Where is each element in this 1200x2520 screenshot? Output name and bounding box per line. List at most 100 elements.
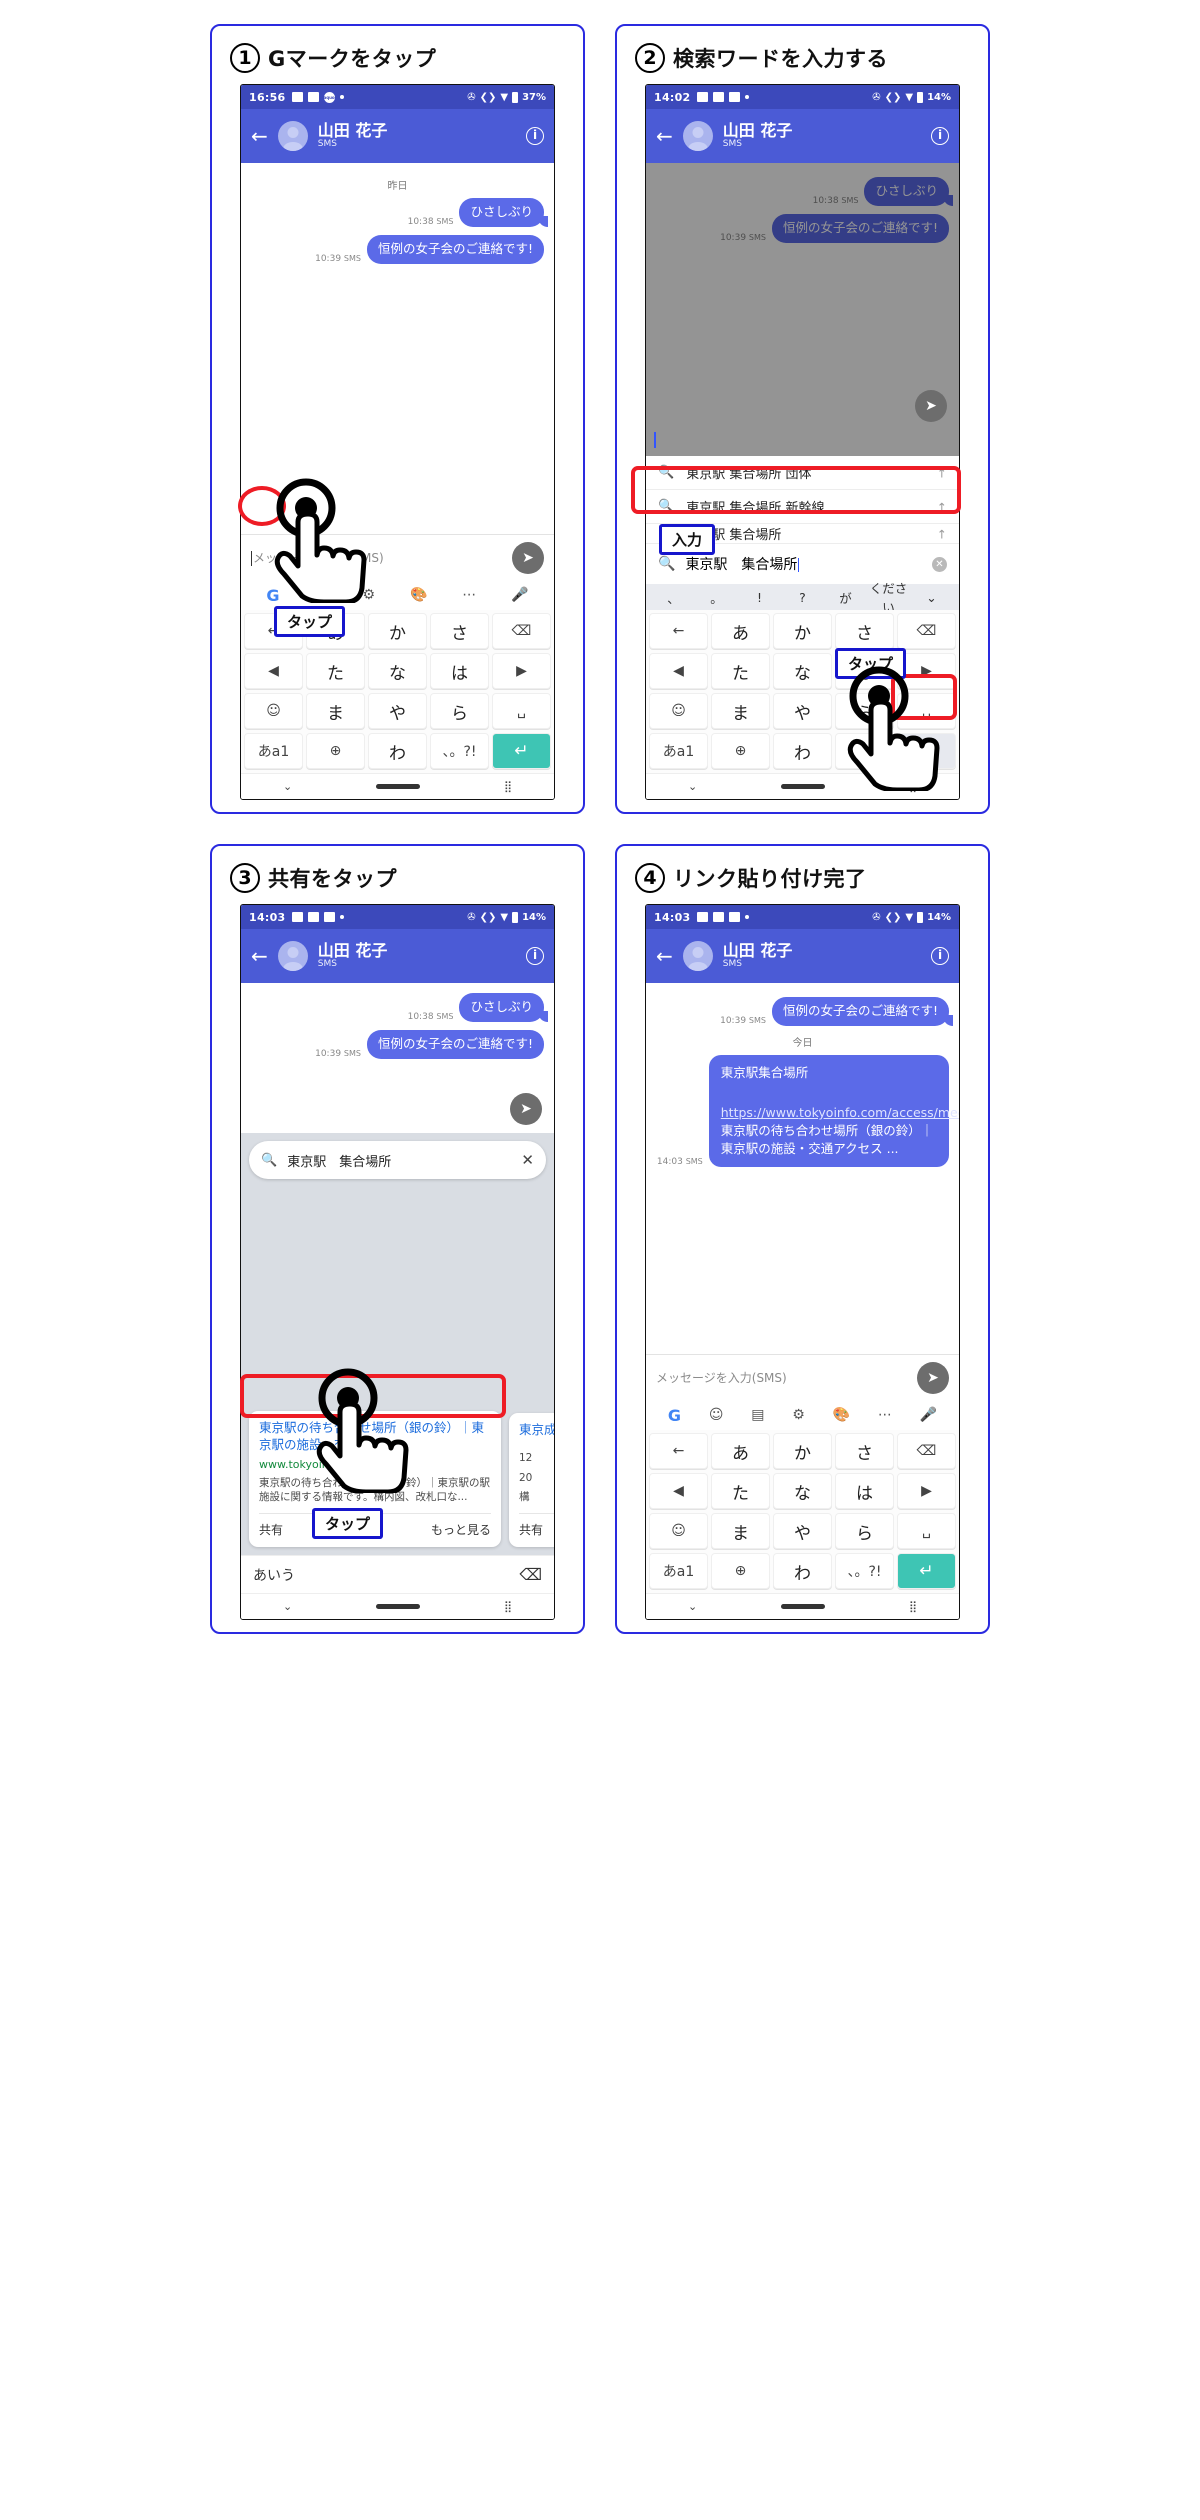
palette-icon[interactable]: 🎨 — [833, 1407, 850, 1423]
key-enter[interactable]: ↵ — [492, 733, 551, 769]
key-space[interactable]: ␣ — [897, 1513, 956, 1549]
pred-expand-icon[interactable]: ⌄ — [910, 590, 953, 605]
result-title[interactable]: 東京駅の待ち合わせ場所（銀の鈴）｜東京駅の施設・交通アクセ... — [259, 1420, 491, 1454]
key-ma[interactable]: ま — [711, 693, 770, 729]
key-na[interactable]: な — [773, 653, 832, 689]
message-input[interactable]: メッセージを入力(SMS) — [656, 1369, 909, 1386]
key-ta[interactable]: た — [711, 653, 770, 689]
info-icon[interactable]: i — [526, 947, 544, 965]
contact-info[interactable]: 山田 花子 SMS — [318, 942, 388, 969]
key-globe[interactable]: ⊕ — [711, 1553, 770, 1589]
nav-keyboard-icon[interactable]: ⣿ — [504, 780, 512, 793]
palette-icon[interactable]: 🎨 — [410, 587, 427, 603]
google-g-icon[interactable]: G — [266, 586, 279, 605]
key-ya[interactable]: や — [773, 693, 832, 729]
key-ta[interactable]: た — [306, 653, 365, 689]
insert-arrow-icon[interactable]: ↖ — [933, 464, 950, 481]
nav-down-icon[interactable]: ⌄ — [688, 780, 697, 793]
result-title-partial[interactable]: 東京成 — [519, 1422, 554, 1439]
info-icon[interactable]: i — [526, 127, 544, 145]
key-backspace[interactable]: ⌫ — [897, 1433, 956, 1469]
key-punct[interactable]: 、。?! — [430, 733, 489, 769]
backspace-icon[interactable]: ⌫ — [519, 1565, 542, 1584]
send-button[interactable]: ➤ — [917, 1361, 949, 1394]
sticker-icon[interactable]: ☺ — [709, 1407, 724, 1423]
nav-keyboard-icon[interactable]: ⣿ — [504, 1600, 512, 1613]
insert-arrow-icon[interactable]: ↖ — [933, 525, 950, 542]
key-mode[interactable]: あa1 — [649, 733, 708, 769]
nav-down-icon[interactable]: ⌄ — [688, 1600, 697, 1613]
key-ka[interactable]: か — [368, 613, 427, 649]
key-undo[interactable]: ← — [649, 1433, 708, 1469]
message-composer-1[interactable]: メッセージを入力(SMS) ➤ — [241, 534, 554, 580]
key-ya[interactable]: や — [773, 1513, 832, 1549]
key-left[interactable]: ◀ — [244, 653, 303, 689]
search-input[interactable]: 東京駅 集合場所 — [685, 554, 800, 574]
more-icon[interactable]: ⋯ — [878, 1407, 892, 1423]
key-backspace[interactable]: ⌫ — [492, 613, 551, 649]
google-search-field[interactable]: 🔍 東京駅 集合場所 ✕ — [249, 1141, 546, 1179]
more-icon[interactable]: ⋯ — [462, 587, 476, 603]
contact-info[interactable]: 山田 花子 SMS — [723, 942, 793, 969]
back-icon[interactable]: ← — [251, 126, 268, 146]
key-ha[interactable]: は — [835, 1473, 894, 1509]
key-space[interactable]: ␣ — [897, 693, 956, 729]
key-sa[interactable]: さ — [835, 1433, 894, 1469]
nav-home-pill[interactable] — [376, 784, 421, 789]
nav-keyboard-icon[interactable]: ⣿ — [909, 780, 917, 793]
suggestion-item[interactable]: 🔍 東京駅 集合場所 団体 ↖ — [646, 456, 959, 490]
key-sa[interactable]: さ — [430, 613, 489, 649]
nav-down-icon[interactable]: ⌄ — [283, 1600, 292, 1613]
sent-link-bubble[interactable]: 東京駅集合場所 https://www.tokyoinfo.com/access… — [708, 1054, 959, 1168]
key-na[interactable]: な — [368, 653, 427, 689]
info-icon[interactable]: i — [931, 947, 949, 965]
nav-home-pill[interactable] — [781, 784, 826, 789]
nav-home-pill[interactable] — [781, 1604, 826, 1609]
send-button[interactable]: ➤ — [510, 1093, 542, 1125]
key-backspace[interactable]: ⌫ — [897, 613, 956, 649]
nav-keyboard-icon[interactable]: ⣿ — [909, 1600, 917, 1613]
link-url[interactable]: https://www.tokyoinfo.com/access/meeting… — [721, 1104, 959, 1122]
close-icon[interactable]: ✕ — [521, 1151, 534, 1169]
contact-info[interactable]: 山田 花子 SMS — [723, 122, 793, 149]
mic-icon[interactable]: 🎤 — [920, 1407, 937, 1423]
key-undo[interactable]: ← — [649, 613, 708, 649]
key-right[interactable]: ▶ — [492, 653, 551, 689]
clipboard-icon[interactable]: ▤ — [751, 1407, 764, 1423]
key-mode[interactable]: あa1 — [649, 1553, 708, 1589]
key-na[interactable]: な — [773, 1473, 832, 1509]
contact-info[interactable]: 山田 花子 SMS — [318, 122, 388, 149]
mic-icon[interactable]: 🎤 — [511, 587, 528, 603]
key-emoji[interactable]: ☺ — [649, 693, 708, 729]
gear-icon[interactable]: ⚙ — [792, 1407, 805, 1423]
key-emoji[interactable]: ☺ — [244, 693, 303, 729]
key-a[interactable]: あ — [711, 1433, 770, 1469]
clear-icon[interactable]: ✕ — [932, 556, 947, 572]
key-ha[interactable]: は — [430, 653, 489, 689]
clipboard-icon[interactable]: ▤ — [314, 587, 327, 603]
key-punct[interactable]: 、。?! — [835, 733, 894, 769]
google-g-icon[interactable]: G — [668, 1406, 681, 1425]
key-wa[interactable]: わ — [368, 733, 427, 769]
key-ra[interactable]: ら — [835, 693, 894, 729]
share-button[interactable]: 共有 — [259, 1521, 283, 1538]
nav-down-icon[interactable]: ⌄ — [283, 780, 292, 793]
info-icon[interactable]: i — [931, 127, 949, 145]
key-left[interactable]: ◀ — [649, 653, 708, 689]
key-ma[interactable]: ま — [711, 1513, 770, 1549]
nav-home-pill[interactable] — [376, 1604, 421, 1609]
message-composer-4[interactable]: メッセージを入力(SMS) ➤ — [646, 1354, 959, 1400]
pred-item[interactable]: 。 — [695, 588, 738, 607]
pred-item[interactable]: ! — [738, 590, 781, 605]
send-button[interactable]: ➤ — [512, 541, 544, 574]
send-button[interactable]: ➤ — [915, 390, 947, 422]
key-ka[interactable]: か — [773, 1433, 832, 1469]
message-bubble[interactable]: 恒例の女子会のご連絡です! — [366, 1029, 544, 1059]
key-ta[interactable]: た — [711, 1473, 770, 1509]
key-wa[interactable]: わ — [773, 1553, 832, 1589]
share-button[interactable]: 共有 — [519, 1521, 543, 1538]
key-sa[interactable]: さ — [835, 613, 894, 649]
pred-item[interactable]: 、 — [652, 588, 695, 607]
key-ra[interactable]: ら — [835, 1513, 894, 1549]
key-left[interactable]: ◀ — [649, 1473, 708, 1509]
